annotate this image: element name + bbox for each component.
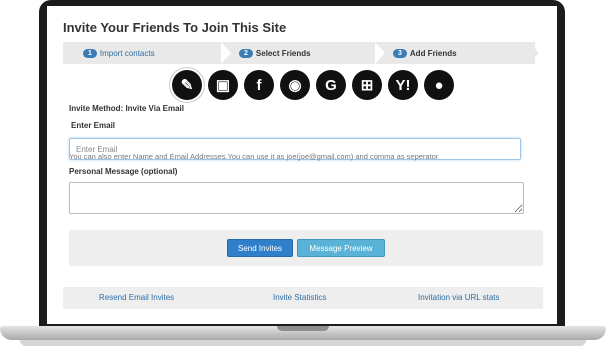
- step-select-friends[interactable]: 2 Select Friends: [239, 42, 311, 64]
- provider-icons: ✎ ▣ f ◉ G ⊞ Y! ●: [172, 70, 454, 100]
- laptop-shadow: [20, 340, 586, 346]
- step-progress: 1 Import contacts 2 Select Friends 3 Add…: [63, 42, 535, 64]
- step-add-friends[interactable]: 3 Add Friends: [393, 42, 457, 64]
- message-preview-button[interactable]: Message Preview: [297, 239, 385, 257]
- step-separator: [375, 42, 385, 64]
- laptop-base: [0, 326, 606, 340]
- rss-icon[interactable]: ◉: [280, 70, 310, 100]
- message-label: Personal Message (optional): [69, 167, 178, 176]
- google-icon[interactable]: G: [316, 70, 346, 100]
- action-bar: Send Invites Message Preview: [69, 230, 543, 266]
- step-label: Select Friends: [255, 48, 311, 58]
- send-invites-button[interactable]: Send Invites: [227, 239, 293, 257]
- step-separator: [221, 42, 231, 64]
- step-label: Add Friends: [409, 48, 457, 58]
- step-import-contacts[interactable]: 1 Import contacts: [83, 42, 155, 64]
- flickr-icon[interactable]: ●: [424, 70, 454, 100]
- footer-links: Resend Email Invites Invite Statistics I…: [63, 287, 543, 309]
- email-hint: You can also enter Name and Email Addres…: [69, 152, 439, 161]
- invite-statistics-link[interactable]: Invite Statistics: [273, 293, 326, 302]
- url-stats-link[interactable]: Invitation via URL stats: [418, 293, 500, 302]
- step-number: 3: [393, 48, 407, 58]
- step-arrow-end: [529, 42, 539, 64]
- message-textarea[interactable]: [69, 182, 524, 214]
- laptop-notch: [277, 326, 329, 331]
- invite-method-label: Invite Method: Invite Via Email: [69, 104, 184, 113]
- facebook-icon[interactable]: f: [244, 70, 274, 100]
- windows-icon[interactable]: ⊞: [352, 70, 382, 100]
- screen: Invite Your Friends To Join This Site 1 …: [47, 6, 557, 324]
- step-label: Import contacts: [99, 48, 155, 58]
- step-number: 1: [83, 48, 97, 58]
- address-book-icon[interactable]: ▣: [208, 70, 238, 100]
- yahoo-icon[interactable]: Y!: [388, 70, 418, 100]
- email-label: Enter Email: [71, 121, 116, 130]
- step-number: 2: [239, 48, 253, 58]
- resend-invites-link[interactable]: Resend Email Invites: [99, 293, 174, 302]
- page-title: Invite Your Friends To Join This Site: [63, 20, 287, 35]
- pencil-icon[interactable]: ✎: [172, 70, 202, 100]
